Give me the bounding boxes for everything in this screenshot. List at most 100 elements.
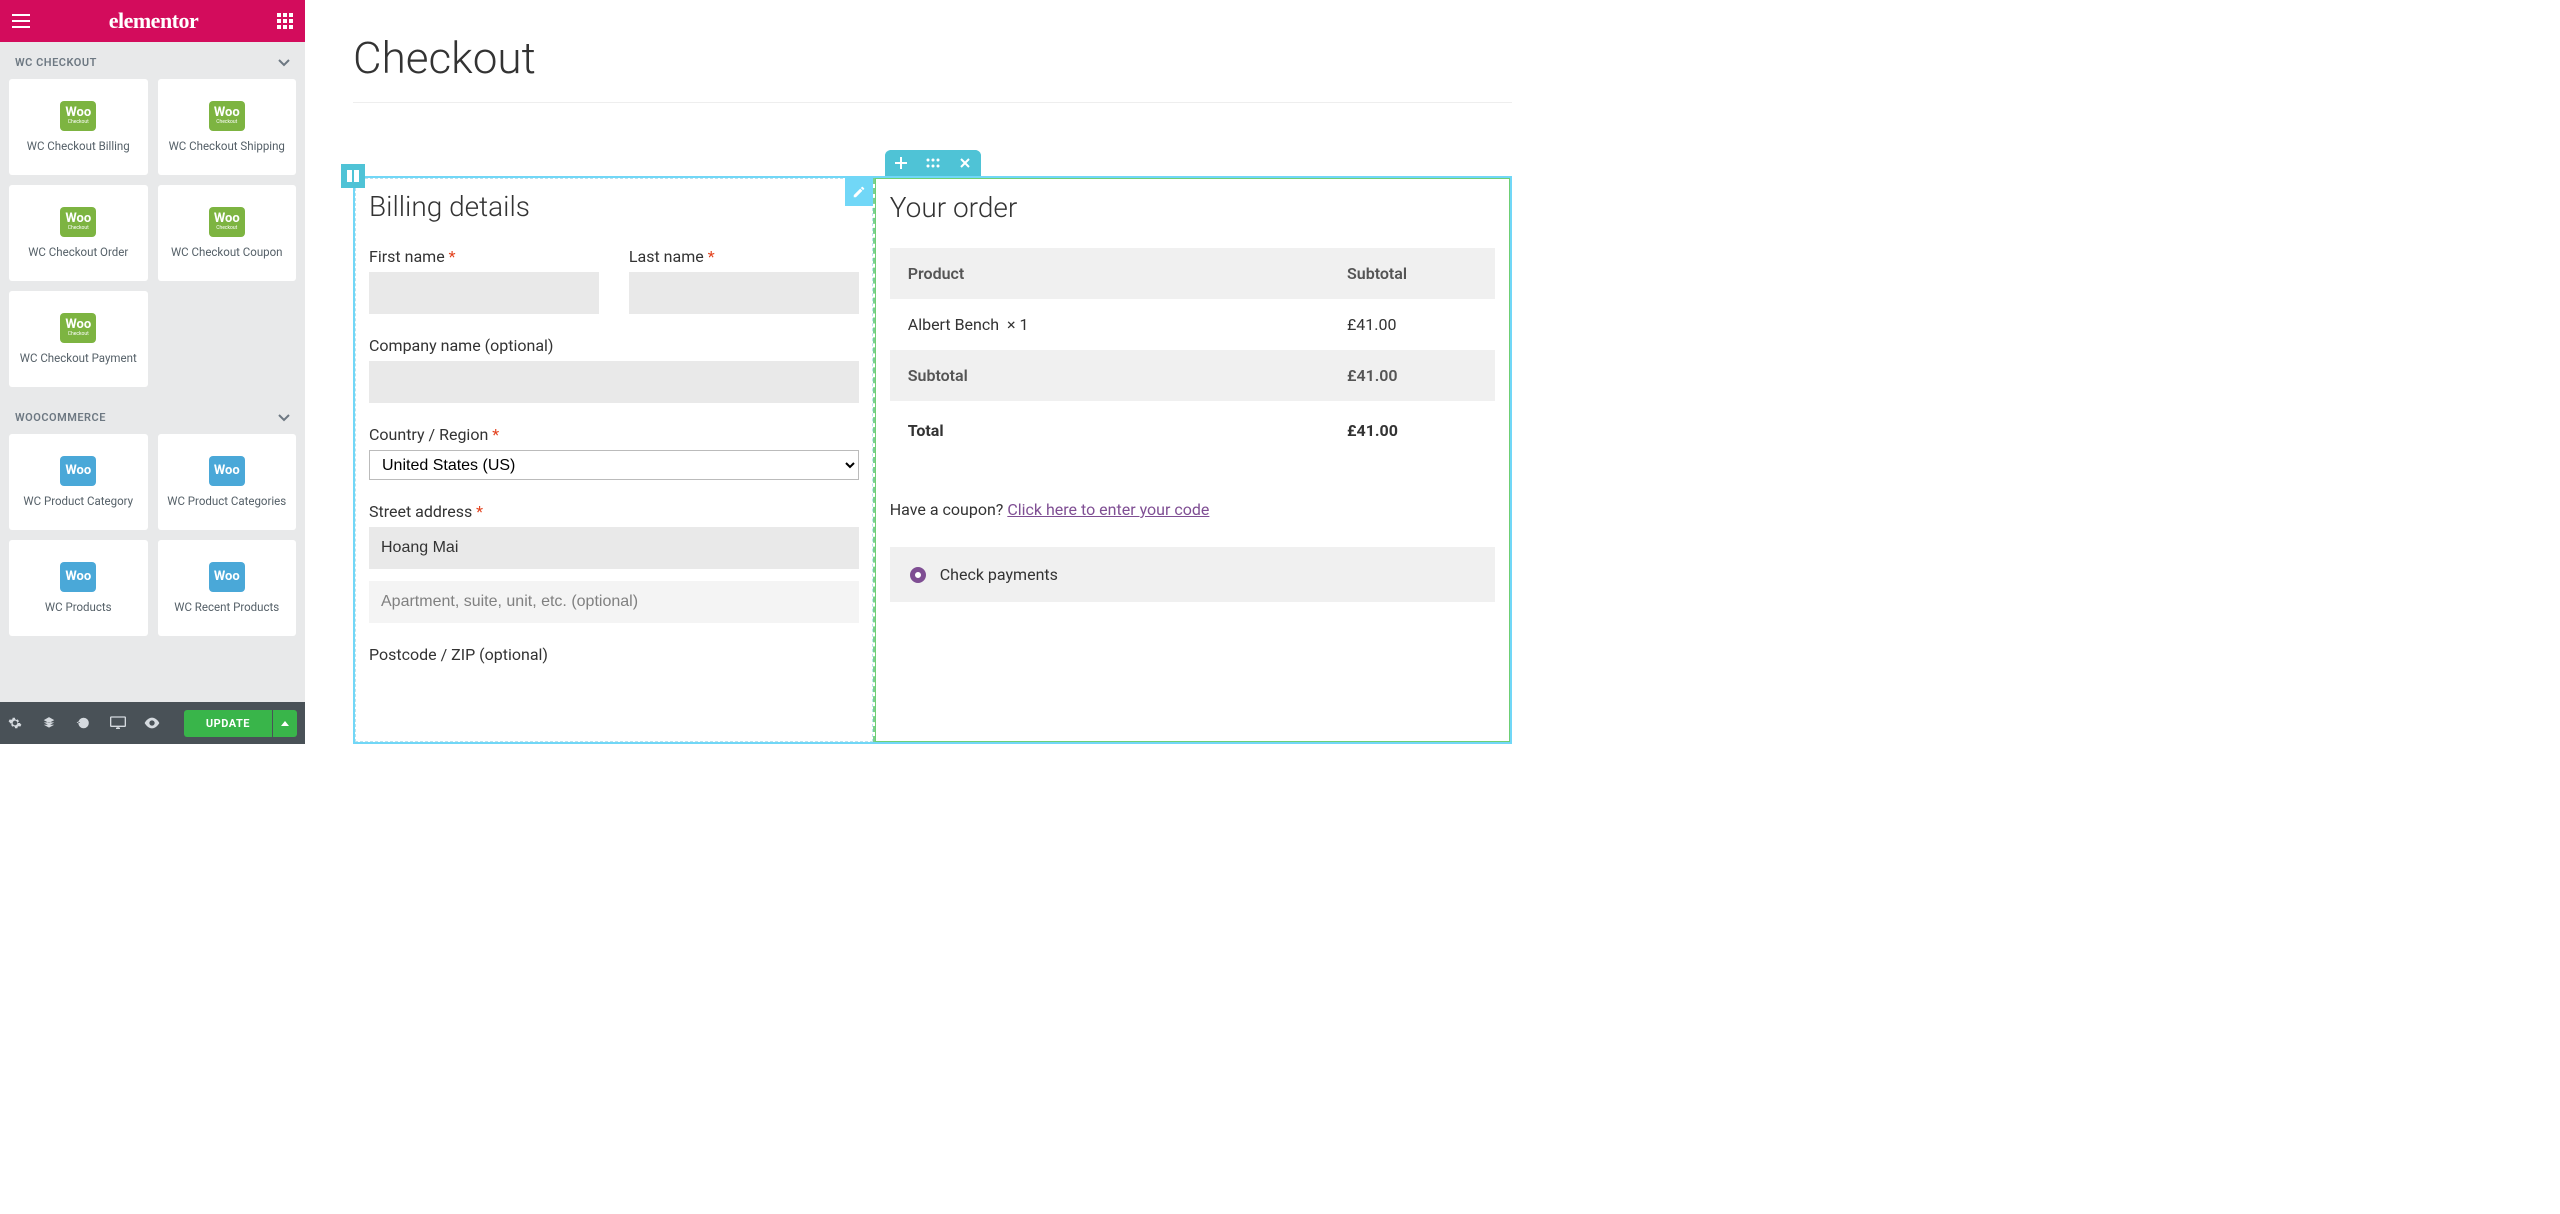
widget-label: WC Product Category	[23, 494, 133, 509]
widget-wc-checkout-payment[interactable]: WooCheckout WC Checkout Payment	[9, 291, 148, 387]
widget-label: WC Checkout Payment	[20, 351, 137, 366]
first-name-label: First name *	[369, 247, 599, 266]
first-name-input[interactable]	[369, 272, 599, 314]
woo-icon: Woo	[60, 562, 96, 592]
widget-section-title: WC CHECKOUT	[15, 56, 97, 69]
order-table: Product Subtotal Albert Bench × 1 £41.00…	[890, 248, 1495, 460]
chevron-down-icon	[278, 414, 290, 422]
widget-label: WC Recent Products	[174, 600, 279, 615]
delete-section-icon[interactable]	[949, 150, 981, 176]
history-icon[interactable]	[76, 716, 98, 730]
company-label: Company name (optional)	[369, 336, 859, 355]
widget-label: WC Product Categories	[167, 494, 286, 509]
add-section-icon[interactable]	[885, 150, 917, 176]
street-label: Street address *	[369, 502, 859, 521]
order-item-qty: × 1	[1007, 315, 1029, 334]
order-subtotal-label: Subtotal	[908, 366, 1347, 385]
order-item-name: Albert Bench	[908, 315, 999, 334]
woo-checkout-icon: WooCheckout	[60, 207, 96, 237]
last-name-input[interactable]	[629, 272, 859, 314]
widget-section-woocommerce[interactable]: WOOCOMMERCE	[9, 397, 296, 434]
drag-handle-icon[interactable]	[917, 150, 949, 176]
order-column[interactable]: Your order Product Subtotal Albert Bench…	[875, 178, 1510, 742]
postcode-field: Postcode / ZIP (optional)	[369, 645, 859, 670]
order-line-item: Albert Bench × 1 £41.00	[890, 299, 1495, 350]
sidebar-content: WC CHECKOUT WooCheckout WC Checkout Bill…	[0, 42, 305, 702]
navigator-icon[interactable]	[42, 716, 64, 730]
woo-checkout-icon: WooCheckout	[209, 101, 245, 131]
billing-column[interactable]: Billing details First name * Last name *…	[355, 178, 875, 742]
coupon-link[interactable]: Click here to enter your code	[1007, 500, 1209, 519]
company-field: Company name (optional)	[369, 336, 859, 403]
title-divider	[353, 102, 1512, 103]
update-button-group: UPDATE	[184, 710, 297, 737]
billing-heading: Billing details	[369, 190, 859, 223]
last-name-field: Last name *	[629, 247, 859, 314]
first-name-field: First name *	[369, 247, 599, 314]
widget-grid: Woo WC Product Category Woo WC Product C…	[9, 434, 296, 646]
settings-icon[interactable]	[8, 716, 30, 730]
payment-radio-icon[interactable]	[910, 567, 926, 583]
apps-grid-icon[interactable]	[277, 13, 293, 29]
order-item-price: £41.00	[1347, 315, 1477, 334]
hamburger-icon[interactable]	[12, 14, 30, 28]
street2-field	[369, 581, 859, 623]
update-dropdown-caret[interactable]	[273, 710, 297, 737]
coupon-prompt: Have a coupon? Click here to enter your …	[890, 500, 1495, 519]
widget-section-wc-checkout[interactable]: WC CHECKOUT	[9, 42, 296, 79]
street2-input[interactable]	[369, 581, 859, 623]
widget-label: WC Checkout Shipping	[169, 139, 285, 154]
order-subtotal-row: Subtotal £41.00	[890, 350, 1495, 401]
woo-checkout-icon: WooCheckout	[60, 101, 96, 131]
widget-label: WC Checkout Coupon	[171, 245, 283, 260]
page-title: Checkout	[305, 0, 1560, 102]
order-col-product: Product	[908, 264, 1347, 283]
widget-label: WC Checkout Order	[28, 245, 128, 260]
woo-checkout-icon: WooCheckout	[209, 207, 245, 237]
widget-wc-product-category[interactable]: Woo WC Product Category	[9, 434, 148, 530]
widget-label: WC Checkout Billing	[27, 139, 130, 154]
widget-wc-recent-products[interactable]: Woo WC Recent Products	[158, 540, 297, 636]
postcode-label: Postcode / ZIP (optional)	[369, 645, 859, 664]
editor-canvas: Checkout Billing details First name *	[305, 0, 1560, 744]
woo-icon: Woo	[209, 562, 245, 592]
sidebar-header: elementor	[0, 0, 305, 42]
street-input[interactable]	[369, 527, 859, 569]
country-field: Country / Region * United States (US)	[369, 425, 859, 480]
street-field: Street address *	[369, 502, 859, 569]
update-button[interactable]: UPDATE	[184, 710, 272, 737]
sidebar-footer: UPDATE	[0, 702, 305, 744]
order-total-row: Total £41.00	[890, 401, 1495, 460]
company-input[interactable]	[369, 361, 859, 403]
widget-wc-checkout-order[interactable]: WooCheckout WC Checkout Order	[9, 185, 148, 281]
widget-wc-product-categories[interactable]: Woo WC Product Categories	[158, 434, 297, 530]
widget-wc-checkout-coupon[interactable]: WooCheckout WC Checkout Coupon	[158, 185, 297, 281]
widget-wc-products[interactable]: Woo WC Products	[9, 540, 148, 636]
widget-wc-checkout-shipping[interactable]: WooCheckout WC Checkout Shipping	[158, 79, 297, 175]
checkout-section: Billing details First name * Last name *…	[353, 176, 1512, 744]
order-table-header: Product Subtotal	[890, 248, 1495, 299]
elementor-logo: elementor	[109, 8, 199, 34]
column-settings-icon[interactable]	[341, 164, 365, 188]
order-total-label: Total	[908, 421, 1347, 440]
order-total-value: £41.00	[1347, 421, 1477, 440]
section-toolbar	[885, 150, 981, 176]
woo-icon: Woo	[60, 456, 96, 486]
preview-icon[interactable]	[144, 717, 166, 729]
order-subtotal-value: £41.00	[1347, 366, 1477, 385]
widget-label: WC Products	[45, 600, 112, 615]
country-select[interactable]: United States (US)	[369, 450, 859, 480]
elementor-sidebar: elementor WC CHECKOUT WooCheckout WC Che…	[0, 0, 305, 744]
payment-method-row[interactable]: Check payments	[890, 547, 1495, 602]
chevron-down-icon	[278, 59, 290, 67]
payment-label: Check payments	[940, 565, 1058, 584]
woo-icon: Woo	[209, 456, 245, 486]
widget-section-title: WOOCOMMERCE	[15, 411, 106, 424]
woo-checkout-icon: WooCheckout	[60, 313, 96, 343]
order-heading: Your order	[890, 191, 1495, 224]
widget-wc-checkout-billing[interactable]: WooCheckout WC Checkout Billing	[9, 79, 148, 175]
last-name-label: Last name *	[629, 247, 859, 266]
order-col-subtotal: Subtotal	[1347, 264, 1477, 283]
edit-widget-icon[interactable]	[845, 178, 873, 206]
responsive-icon[interactable]	[110, 716, 132, 730]
